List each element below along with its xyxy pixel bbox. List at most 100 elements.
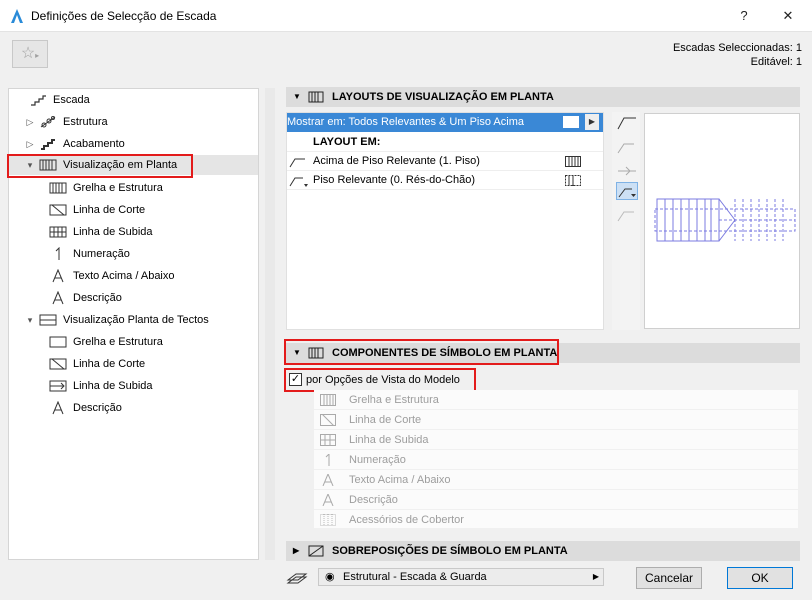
section-title: LAYOUTS DE VISUALIZAÇÃO EM PLANTA bbox=[332, 91, 554, 103]
close-button[interactable]: ✕ bbox=[774, 4, 802, 28]
component-row: Linha de Corte bbox=[314, 410, 798, 430]
highlight-box bbox=[284, 339, 559, 365]
tree-item-linha-subida-tectos[interactable]: Linha de Subida bbox=[9, 376, 258, 396]
component-row: Linha de Subida bbox=[314, 430, 798, 450]
highlight-box bbox=[284, 368, 476, 392]
tree-root-stair[interactable]: Escada bbox=[9, 90, 258, 110]
preview-toolbar bbox=[612, 112, 640, 330]
component-row: Numeração bbox=[314, 450, 798, 470]
symbol-override-icon bbox=[308, 545, 324, 557]
component-label: Linha de Corte bbox=[349, 414, 422, 426]
tree-item-acabamento[interactable]: ▷ Acabamento bbox=[9, 134, 258, 154]
stair-plan-preview-drawing bbox=[654, 198, 796, 242]
tree-item-estrutura[interactable]: ▷ Estrutura bbox=[9, 112, 258, 132]
chevron-right-icon: ▸ bbox=[35, 51, 40, 60]
stair-icon bbox=[31, 95, 46, 106]
layout-row-above[interactable]: Acima de Piso Relevante (1. Piso) bbox=[287, 152, 603, 171]
relevant-story-tool[interactable] bbox=[616, 182, 638, 200]
help-button[interactable]: ? bbox=[730, 4, 758, 28]
model-view-options-icon bbox=[286, 573, 308, 584]
chevron-right-icon[interactable]: ▷ bbox=[25, 134, 35, 154]
up-down-text-icon bbox=[52, 269, 64, 283]
chevron-right-icon[interactable]: ▶ bbox=[585, 114, 599, 130]
component-row: Texto Acima / Abaixo bbox=[314, 470, 798, 490]
chevron-right-icon: ▶ bbox=[293, 546, 300, 555]
tree-item-texto[interactable]: Texto Acima / Abaixo bbox=[9, 266, 258, 286]
description-icon bbox=[52, 291, 64, 305]
tree-label: Estrutura bbox=[63, 116, 108, 128]
walking-line-icon bbox=[49, 380, 67, 392]
tree-label: Linha de Subida bbox=[73, 380, 153, 392]
description-icon bbox=[322, 494, 334, 506]
editable-count: Editável: 1 bbox=[750, 56, 802, 68]
grid-structure-icon bbox=[565, 156, 581, 167]
chevron-down-icon[interactable]: ▾ bbox=[25, 310, 35, 330]
component-label: Grelha e Estrutura bbox=[349, 394, 439, 406]
ok-button[interactable]: OK bbox=[727, 567, 793, 589]
stories-icon bbox=[563, 116, 579, 128]
tree-item-grelha-tectos[interactable]: Grelha e Estrutura bbox=[9, 332, 258, 352]
tree-item-numeracao[interactable]: Numeração bbox=[9, 244, 258, 264]
panel-splitter[interactable] bbox=[265, 88, 275, 560]
tree-label: Descrição bbox=[73, 292, 122, 304]
grid-structure-icon bbox=[320, 394, 336, 406]
stair-preview bbox=[644, 113, 800, 329]
layout-on-heading: LAYOUT EM: bbox=[287, 133, 603, 152]
ceiling-plan-icon bbox=[39, 314, 57, 326]
dim-tool-icon[interactable] bbox=[616, 206, 638, 224]
relevant-story-icon bbox=[289, 177, 308, 187]
layout-row-label: Piso Relevante (0. Rés-do-Chão) bbox=[313, 174, 476, 186]
walking-line-icon bbox=[320, 434, 336, 446]
relevant-story-icon bbox=[618, 188, 636, 198]
dim-tool-icon[interactable] bbox=[616, 160, 638, 178]
tree-item-grelha[interactable]: Grelha e Estrutura bbox=[9, 178, 258, 198]
model-view-value: Estrutural - Escada & Guarda bbox=[343, 571, 487, 583]
favorites-button[interactable]: ☆▸ bbox=[12, 40, 48, 68]
description-icon bbox=[52, 401, 64, 415]
tree-item-descricao-tectos[interactable]: Descrição bbox=[9, 398, 258, 418]
tree-label: Linha de Corte bbox=[73, 204, 146, 216]
tree-label: Escada bbox=[53, 94, 90, 106]
model-view-select[interactable]: ◉ Estrutural - Escada & Guarda ▶ bbox=[318, 568, 604, 586]
tree-label: Grelha e Estrutura bbox=[73, 182, 163, 194]
nosing-accessories-icon bbox=[320, 514, 336, 526]
tree-label: Texto Acima / Abaixo bbox=[73, 270, 175, 282]
cancel-button[interactable]: Cancelar bbox=[636, 567, 702, 589]
component-label: Acessórios de Cobertor bbox=[349, 514, 464, 526]
above-story-icon bbox=[289, 158, 305, 168]
walking-line-icon bbox=[49, 226, 67, 238]
stair-structure-icon bbox=[40, 116, 56, 128]
grid-structure-icon bbox=[49, 336, 67, 348]
dim-tool-icon[interactable] bbox=[616, 138, 638, 156]
show-on-row[interactable]: Mostrar em: Todos Relevantes & Um Piso A… bbox=[287, 113, 603, 132]
section-header-layouts[interactable]: ▼ LAYOUTS DE VISUALIZAÇÃO EM PLANTA bbox=[286, 87, 800, 107]
tree-item-linha-corte[interactable]: Linha de Corte bbox=[9, 200, 258, 220]
chevron-right-icon[interactable]: ▷ bbox=[25, 112, 35, 132]
window-title: Definições de Selecção de Escada bbox=[31, 9, 217, 23]
tree-item-descricao[interactable]: Descrição bbox=[9, 288, 258, 308]
title-bar: Definições de Selecção de Escada ? ✕ bbox=[0, 0, 812, 32]
archicad-app-icon bbox=[11, 9, 23, 23]
section-header-overrides[interactable]: ▶ SOBREPOSIÇÕES DE SÍMBOLO EM PLANTA bbox=[286, 541, 800, 561]
layout-row-relevant[interactable]: Piso Relevante (0. Rés-do-Chão) bbox=[287, 171, 603, 190]
up-down-text-icon bbox=[322, 474, 334, 486]
tree-item-linha-subida[interactable]: Linha de Subida bbox=[9, 222, 258, 242]
above-story-tool-icon[interactable] bbox=[616, 114, 638, 132]
component-row: Descrição bbox=[314, 490, 798, 510]
tree-label: Grelha e Estrutura bbox=[73, 336, 163, 348]
tree-item-linha-corte-tectos[interactable]: Linha de Corte bbox=[9, 354, 258, 374]
section-title: SOBREPOSIÇÕES DE SÍMBOLO EM PLANTA bbox=[332, 545, 568, 557]
highlight-box bbox=[7, 154, 193, 178]
tree-label: Descrição bbox=[73, 402, 122, 414]
eye-icon: ◉ bbox=[325, 571, 335, 583]
tree-label: Visualização Planta de Tectos bbox=[63, 314, 209, 326]
chevron-right-icon: ▶ bbox=[592, 572, 599, 581]
tree-item-visualizacao-tectos[interactable]: ▾ Visualização Planta de Tectos bbox=[9, 310, 258, 330]
component-label: Numeração bbox=[349, 454, 406, 466]
selected-count: Escadas Seleccionadas: 1 bbox=[672, 42, 802, 54]
tree-label: Acabamento bbox=[63, 138, 125, 150]
component-label: Linha de Subida bbox=[349, 434, 429, 446]
numbering-icon bbox=[55, 247, 60, 260]
component-row: Grelha e Estrutura bbox=[314, 390, 798, 410]
break-line-icon bbox=[49, 204, 67, 216]
